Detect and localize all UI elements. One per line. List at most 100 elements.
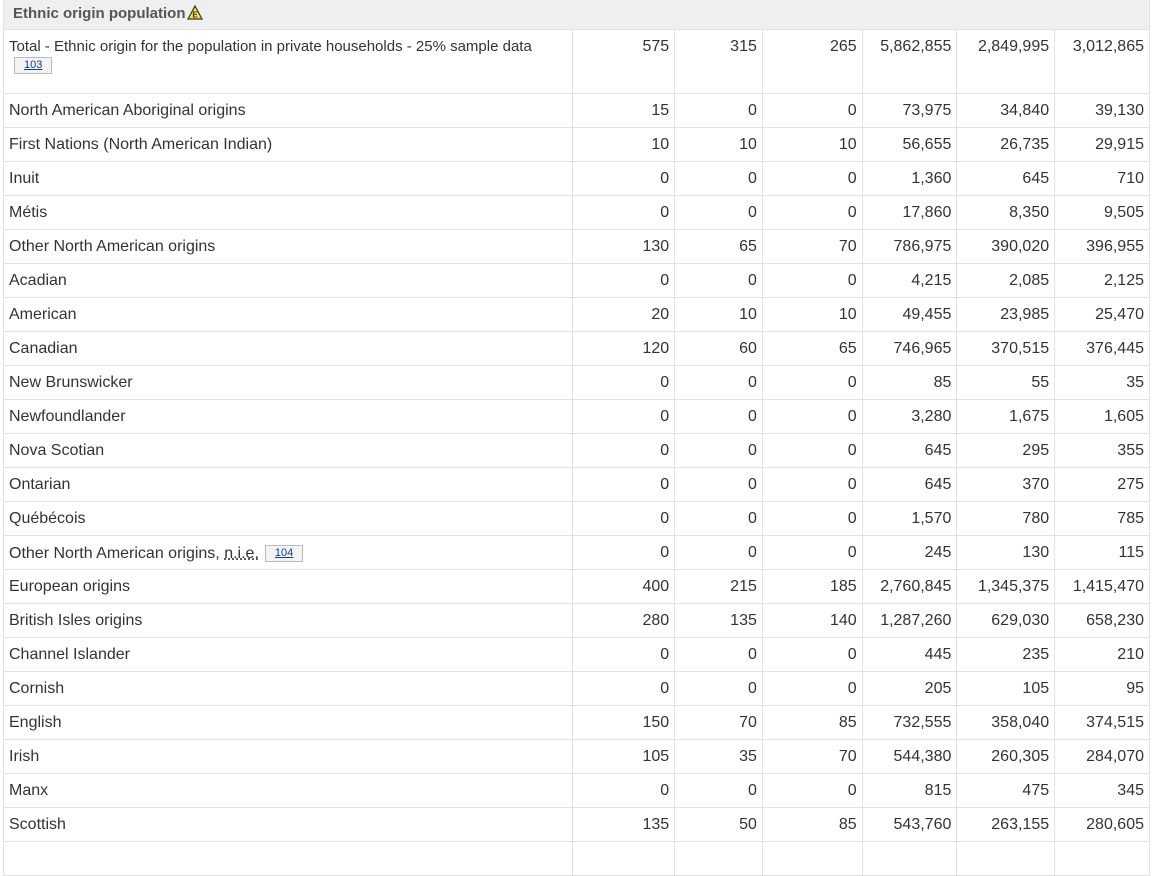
- row-value-6: 35: [1054, 365, 1150, 400]
- row-label-cell: Manx: [2, 773, 574, 808]
- row-value-1: 0: [572, 263, 676, 298]
- row-value-3: 85: [761, 807, 863, 842]
- row-value-5: 260,305: [956, 739, 1056, 774]
- row-value-3: 0: [761, 773, 863, 808]
- row-value-6: 1,415,470: [1054, 569, 1150, 604]
- row-value-3: 0: [761, 501, 863, 536]
- table-row: Manx 0 0 0 815 475 345: [2, 773, 1150, 808]
- row-label: Acadian: [9, 271, 67, 289]
- row-value-4: 205: [861, 671, 958, 706]
- row-value-1: 0: [572, 671, 676, 706]
- row-value-5: 370,515: [956, 331, 1056, 366]
- row-value-4: 786,975: [861, 229, 958, 264]
- row-value-4: 49,455: [861, 297, 958, 332]
- table-row: New Brunswicker 0 0 0 85 55 35: [2, 365, 1150, 400]
- row-value-6: 2,125: [1054, 263, 1150, 298]
- table-row: American 20 10 10 49,455 23,985 25,470: [2, 297, 1150, 332]
- row-value-4: 815: [861, 773, 958, 808]
- row-value-1: 15: [572, 93, 676, 128]
- row-value-1: 0: [572, 501, 676, 536]
- row-label-cell: Acadian: [2, 263, 574, 298]
- row-value-5: 2,085: [956, 263, 1056, 298]
- row-value-6: 29,915: [1054, 127, 1150, 162]
- table-row: Québécois 0 0 0 1,570 780 785: [2, 501, 1150, 536]
- row-value-6: 355: [1054, 433, 1150, 468]
- abbreviation[interactable]: n.i.e.: [224, 545, 259, 562]
- row-value-3: 185: [761, 569, 863, 604]
- row-label-cell: Channel Islander: [2, 637, 574, 672]
- row-value-5: [956, 841, 1056, 876]
- row-label: Canadian: [9, 339, 78, 357]
- row-value-5: 263,155: [956, 807, 1056, 842]
- row-value-3: 70: [761, 229, 863, 264]
- row-label: Irish: [9, 747, 40, 765]
- row-value-4: 1,287,260: [861, 603, 958, 638]
- row-value-6: 396,955: [1054, 229, 1150, 264]
- row-value-1: 20: [572, 297, 676, 332]
- row-value-5: 358,040: [956, 705, 1056, 740]
- row-label: European origins: [9, 577, 130, 595]
- row-value-2: 60: [674, 331, 763, 366]
- total-value-3: 265: [761, 29, 863, 94]
- row-value-2: 0: [674, 433, 763, 468]
- row-value-1: 0: [572, 195, 676, 230]
- row-value-1: [572, 841, 676, 876]
- row-value-3: 0: [761, 263, 863, 298]
- row-value-4: 17,860: [861, 195, 958, 230]
- row-label-cell: Other North American origins, n.i.e. 104: [2, 535, 574, 570]
- row-value-1: 280: [572, 603, 676, 638]
- row-value-3: 0: [761, 93, 863, 128]
- row-value-4: 645: [861, 433, 958, 468]
- row-value-5: 370: [956, 467, 1056, 502]
- row-value-3: 0: [761, 399, 863, 434]
- row-value-1: 0: [572, 773, 676, 808]
- row-value-3: 0: [761, 467, 863, 502]
- row-label-cell: American: [2, 297, 574, 332]
- row-label: British Isles origins: [9, 611, 143, 629]
- table-row: Irish 105 35 70 544,380 260,305 284,070: [2, 739, 1150, 774]
- row-label: American: [9, 305, 77, 323]
- row-value-4: 645: [861, 467, 958, 502]
- row-label: North American Aboriginal origins: [9, 101, 246, 119]
- row-value-3: 0: [761, 671, 863, 706]
- row-value-1: 400: [572, 569, 676, 604]
- table-row: European origins 400 215 185 2,760,845 1,345,…: [2, 569, 1150, 604]
- row-value-2: 0: [674, 467, 763, 502]
- row-label-cell: Cornish: [2, 671, 574, 706]
- row-label: First Nations (North American Indian): [9, 135, 273, 153]
- total-label-cell: Total - Ethnic origin for the population…: [2, 29, 574, 94]
- row-label: Other North American origins: [9, 237, 216, 255]
- row-value-2: 10: [674, 297, 763, 332]
- row-value-2: [674, 841, 763, 876]
- row-value-6: 9,505: [1054, 195, 1150, 230]
- row-value-4: 732,555: [861, 705, 958, 740]
- row-value-6: 710: [1054, 161, 1150, 196]
- row-label-cell: North American Aboriginal origins: [2, 93, 574, 128]
- row-value-4: 3,280: [861, 399, 958, 434]
- warning-icon[interactable]: E: [187, 4, 204, 24]
- footnote-ref-button[interactable]: 104: [264, 544, 304, 562]
- row-value-2: 0: [674, 161, 763, 196]
- row-label: Métis: [9, 203, 48, 221]
- row-label-cell: Newfoundlander: [2, 399, 574, 434]
- row-value-2: 0: [674, 365, 763, 400]
- row-value-2: 10: [674, 127, 763, 162]
- row-label: Nova Scotian: [9, 441, 105, 459]
- row-label-cell: British Isles origins: [2, 603, 574, 638]
- row-value-2: 0: [674, 535, 763, 570]
- table-row: Cornish 0 0 0 205 105 95: [2, 671, 1150, 706]
- total-value-5: 2,849,995: [956, 29, 1056, 94]
- row-label: Québécois: [9, 509, 86, 527]
- row-value-1: 0: [572, 535, 676, 570]
- total-value-6: 3,012,865: [1054, 29, 1150, 94]
- row-value-1: 0: [572, 433, 676, 468]
- row-value-6: 374,515: [1054, 705, 1150, 740]
- row-value-3: 0: [761, 433, 863, 468]
- row-label-cell: Other North American origins: [2, 229, 574, 264]
- row-value-3: 65: [761, 331, 863, 366]
- row-value-4: 1,570: [861, 501, 958, 536]
- footnote-ref-button[interactable]: 103: [14, 57, 53, 74]
- ethnic-origin-table: Ethnic origin population E Total - Ethnic…: [2, 0, 1150, 876]
- row-value-3: 0: [761, 535, 863, 570]
- row-value-2: 0: [674, 195, 763, 230]
